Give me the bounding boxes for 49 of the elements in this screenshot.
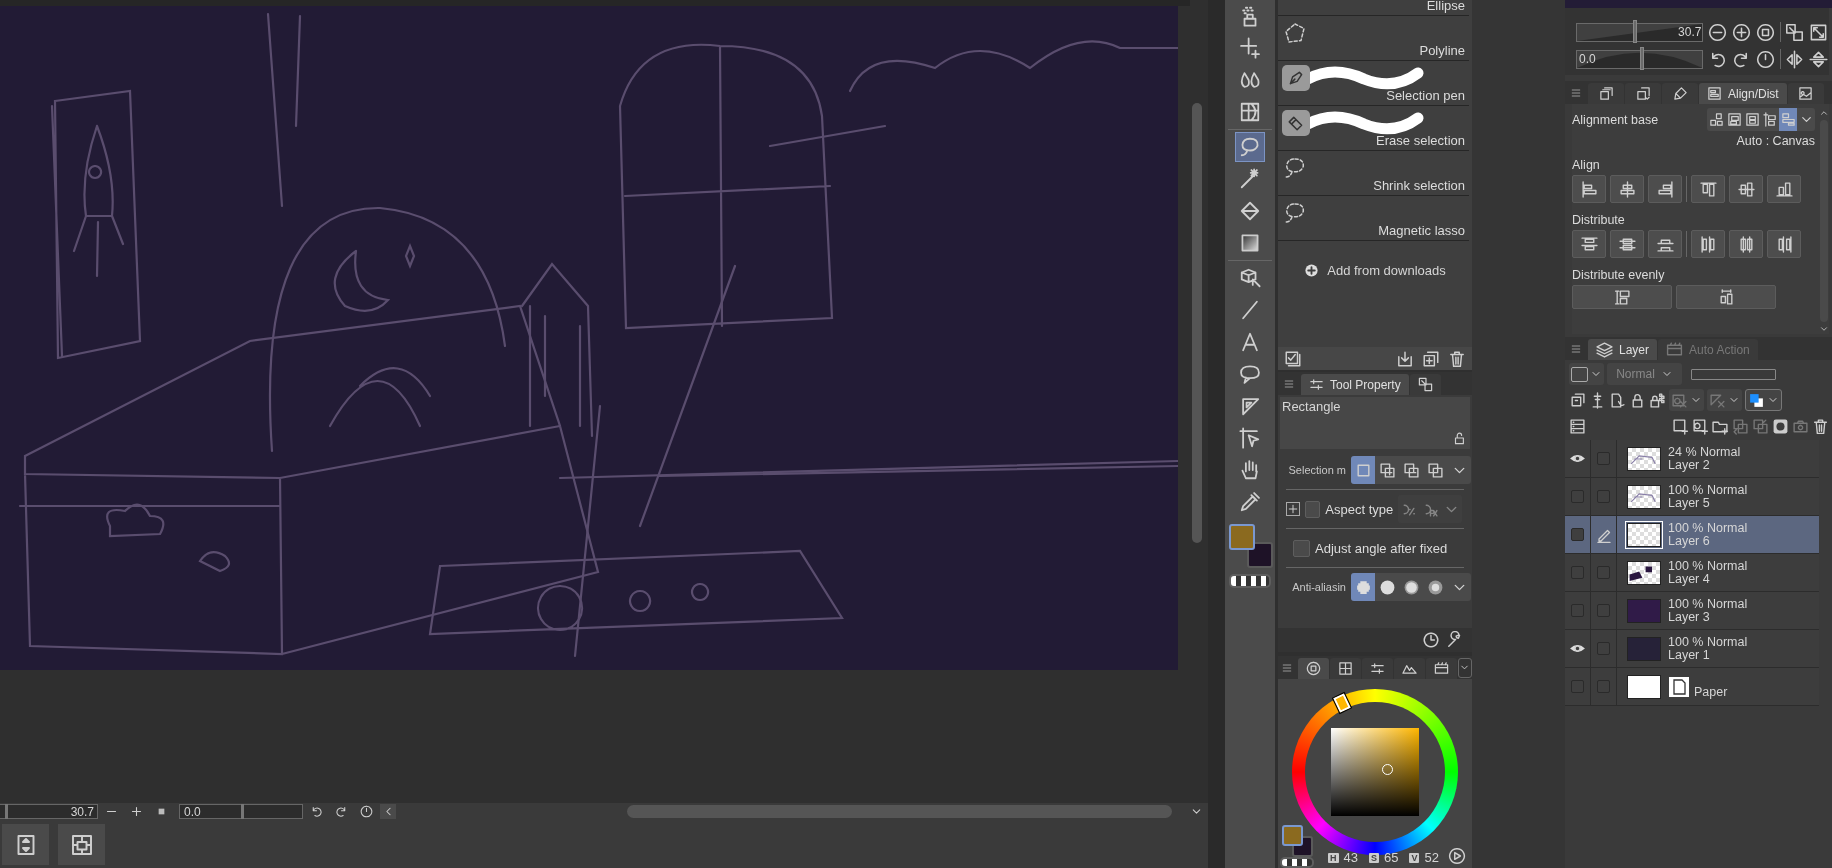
alignment-base-label: Alignment base xyxy=(1572,112,1659,127)
layer-row[interactable]: Paper xyxy=(1565,668,1819,706)
layer-mode: 100 % Normal xyxy=(1668,559,1748,573)
layer-row[interactable]: 100 % Normal Layer 4 xyxy=(1565,554,1819,592)
zoom-value: 30.7 xyxy=(70,804,95,819)
section-label: Distribute evenly xyxy=(1572,268,1666,282)
zoom-slider[interactable]: 30.7 xyxy=(1576,22,1704,42)
layer-name: Paper xyxy=(1694,684,1728,699)
channel-letter: H xyxy=(1328,852,1339,863)
rotation-value: 0.0 xyxy=(183,804,201,819)
align-tab[interactable]: Align/Dist xyxy=(1699,83,1787,104)
checkbox-label: Adjust angle after fixed xyxy=(1315,540,1448,556)
channel-letter: V xyxy=(1409,852,1420,863)
channel-value: 65 xyxy=(1384,850,1399,865)
layer-name: Layer 3 xyxy=(1668,610,1711,624)
layer-row[interactable]: 100 % Normal Layer 5 xyxy=(1565,478,1819,516)
section-label: Align xyxy=(1572,158,1601,172)
add-from-downloads-button[interactable]: Add from downloads xyxy=(1278,263,1472,278)
checkbox-label: Aspect type xyxy=(1325,501,1394,517)
layer-mode: 100 % Normal xyxy=(1668,521,1748,535)
layer-name: Layer 5 xyxy=(1668,496,1711,510)
tool-property-tab[interactable]: Tool Property xyxy=(1301,374,1409,395)
zoom-value: 30.7 xyxy=(1677,25,1703,39)
channel-letter: S xyxy=(1368,852,1379,863)
layer-name: Layer 1 xyxy=(1668,648,1711,662)
channel-value: 52 xyxy=(1424,850,1439,865)
layer-mode: 100 % Normal xyxy=(1668,635,1748,649)
rotation-slider[interactable]: 0.0 xyxy=(179,804,303,819)
layer-mode: 100 % Normal xyxy=(1668,597,1748,611)
rotation-slider[interactable]: 0.0 xyxy=(1576,49,1704,69)
property-label: Selection m xyxy=(1287,464,1346,476)
layer-row[interactable]: 100 % Normal Layer 1 xyxy=(1565,630,1819,668)
property-label: Anti-aliasin xyxy=(1291,581,1346,593)
layer-mode: 24 % Normal xyxy=(1668,445,1741,459)
layer-name: Layer 4 xyxy=(1668,572,1711,586)
channel-value: 43 xyxy=(1343,850,1358,865)
alignment-base-note: Auto : Canvas xyxy=(1735,134,1815,148)
layer-row[interactable]: 24 % Normal Layer 2 xyxy=(1565,440,1819,478)
layer-row[interactable]: 100 % Normal Layer 3 xyxy=(1565,592,1819,630)
layer-row[interactable]: 100 % Normal Layer 6 xyxy=(1565,516,1819,554)
zoom-slider[interactable]: 30.7 xyxy=(0,804,98,819)
layer-name: Layer 2 xyxy=(1668,458,1711,472)
layer-name: Layer 6 xyxy=(1668,534,1711,548)
layer-tab[interactable]: Layer xyxy=(1588,339,1658,360)
rotation-value: 0.0 xyxy=(1578,52,1596,66)
layer-mode: 100 % Normal xyxy=(1668,483,1748,497)
subtool-item[interactable]: Ellipse xyxy=(1278,0,1469,16)
subtool-name: Rectangle xyxy=(1282,399,1341,414)
section-label: Distribute xyxy=(1572,213,1626,227)
